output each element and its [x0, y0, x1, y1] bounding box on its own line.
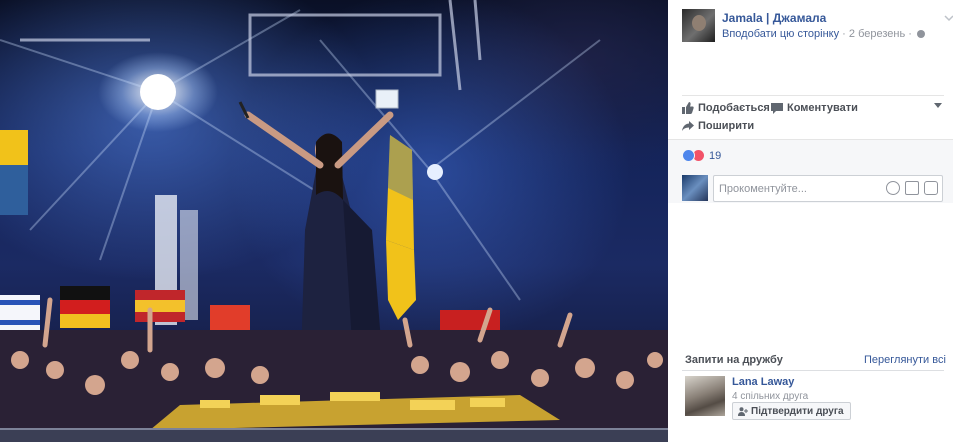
share-button[interactable]: Поширити	[682, 120, 754, 132]
friend-requests-title: Запити на дружбу	[685, 354, 783, 366]
share-arrow-icon	[682, 121, 694, 131]
reaction-menu-caret-icon[interactable]	[934, 103, 942, 108]
divider	[682, 370, 944, 371]
like-label: Подобається	[698, 102, 770, 114]
reactions-summary[interactable]: 19	[682, 149, 721, 162]
camera-icon[interactable]	[905, 181, 919, 195]
feedback-panel: 19 Прокоментуйте...	[668, 139, 953, 203]
chevron-down-icon[interactable]	[944, 13, 953, 23]
comment-input[interactable]: Прокоментуйте...	[713, 175, 943, 202]
comment-placeholder: Прокоментуйте...	[719, 183, 807, 195]
follow-page-link[interactable]: Вподобати цю сторінку	[722, 28, 839, 40]
meta-separator: ·	[842, 28, 846, 40]
post-header: Jamala | Джамала Вподобати цю сторінку ·…	[682, 8, 953, 44]
like-reaction-icon	[682, 149, 695, 162]
comment-label: Коментувати	[787, 102, 858, 114]
friend-request-avatar[interactable]	[685, 376, 725, 416]
add-friend-icon	[738, 406, 748, 416]
photo-scene	[0, 0, 668, 442]
page-name-link[interactable]: Jamala | Джамала	[722, 11, 826, 25]
speech-bubble-icon	[771, 103, 783, 114]
meta-separator-2: ·	[908, 28, 912, 40]
page-avatar[interactable]	[682, 9, 715, 42]
reaction-count[interactable]: 19	[709, 150, 721, 162]
like-button[interactable]: Подобається	[682, 102, 770, 114]
comment-button[interactable]: Коментувати	[771, 102, 858, 114]
share-label: Поширити	[698, 120, 755, 132]
emoji-icon[interactable]	[886, 181, 900, 195]
thumbs-up-icon	[682, 102, 694, 114]
user-avatar	[682, 175, 708, 201]
sticker-icon[interactable]	[924, 181, 938, 195]
globe-icon	[917, 30, 925, 38]
comment-tools	[886, 181, 938, 195]
confirm-friend-label: Підтвердити друга	[751, 405, 844, 417]
friend-request-name[interactable]: Lana Laway	[732, 376, 794, 388]
mutual-friends[interactable]: 4 спільних друга	[732, 391, 808, 402]
post-date[interactable]: 2 березень	[849, 28, 905, 40]
post-photo[interactable]	[0, 0, 668, 442]
confirm-friend-button[interactable]: Підтвердити друга	[732, 402, 851, 420]
post-meta: Вподобати цю сторінку · 2 березень ·	[722, 28, 925, 40]
post-actions: Подобається Коментувати Поширити	[682, 95, 944, 139]
post-sidebar: Jamala | Джамала Вподобати цю сторінку ·…	[668, 0, 953, 442]
see-all-requests-link[interactable]: Переглянути всі	[864, 354, 946, 366]
